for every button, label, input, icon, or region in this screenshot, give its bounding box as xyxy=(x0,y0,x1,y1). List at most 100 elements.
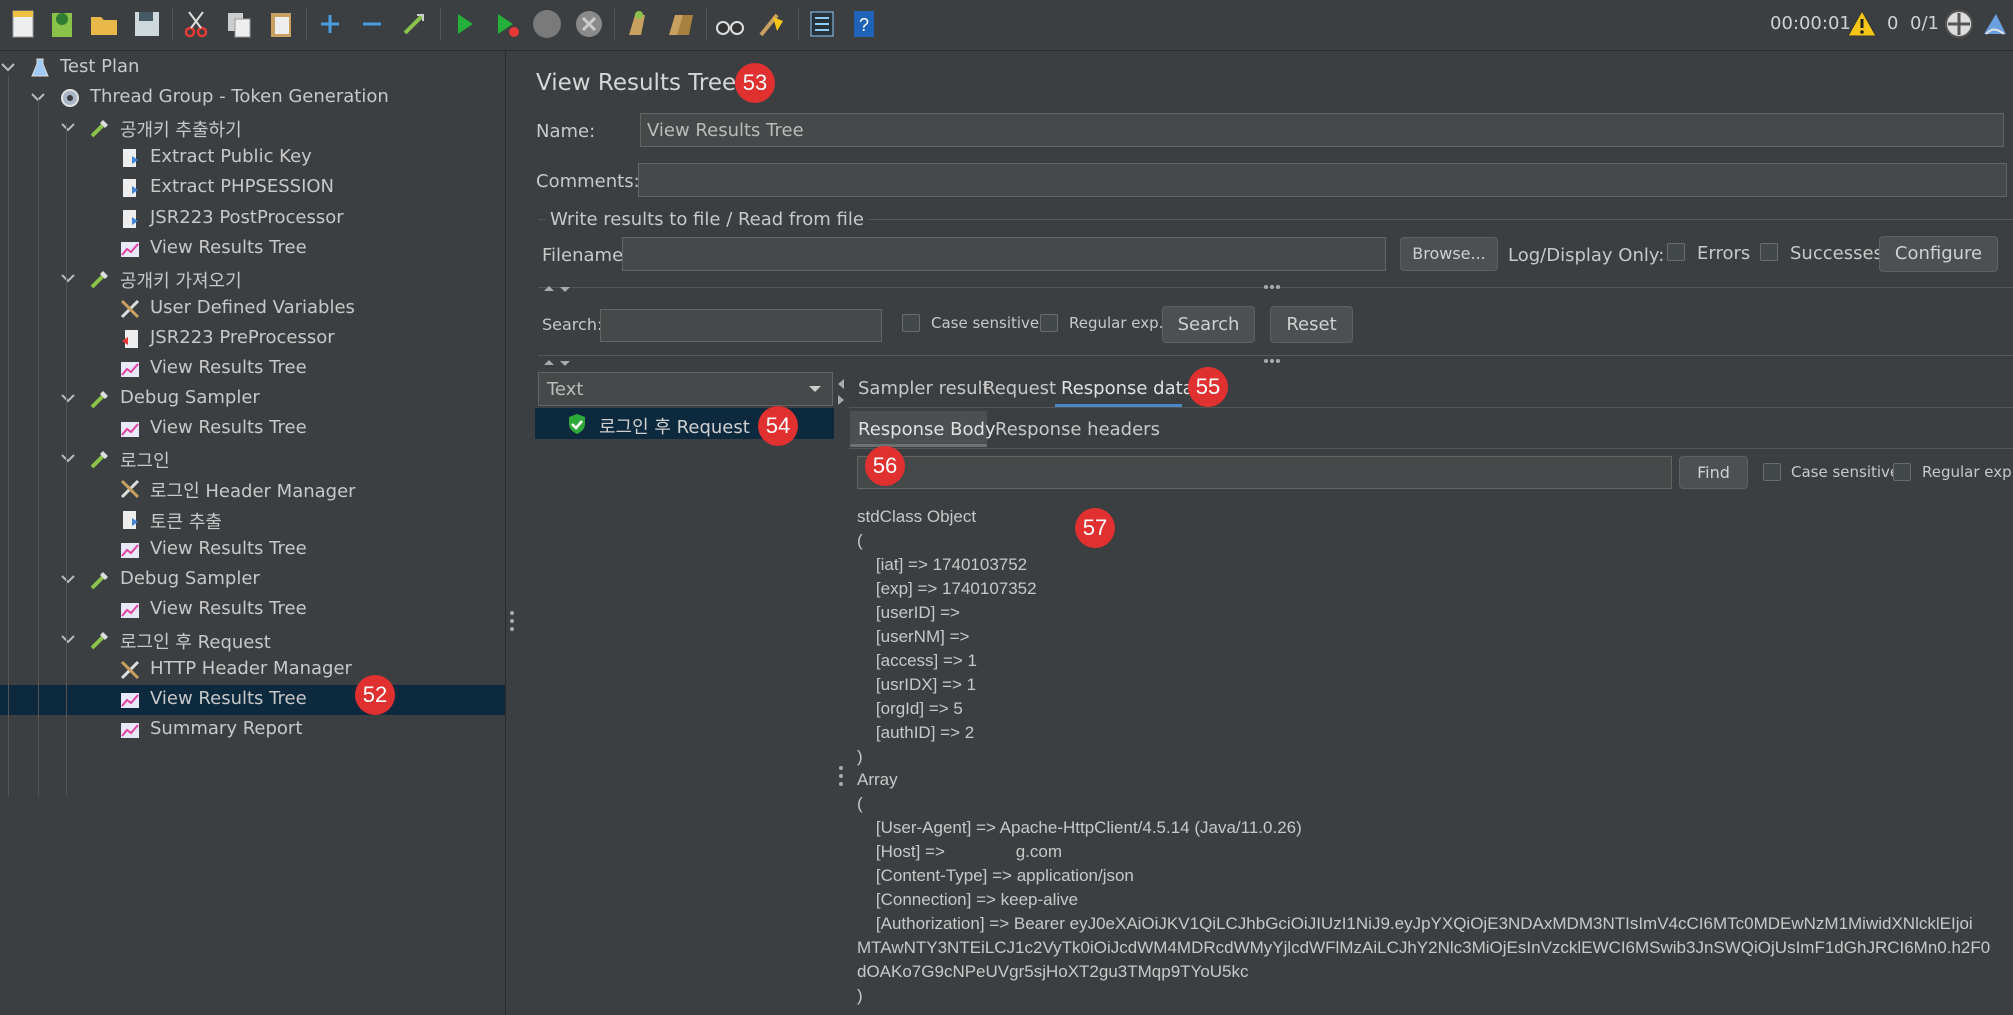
tree-item-label: User Defined Variables xyxy=(150,296,355,318)
tree-item-11[interactable]: Debug Sampler xyxy=(0,384,505,414)
renderer-select[interactable]: Text xyxy=(538,372,833,406)
search-field[interactable] xyxy=(600,309,882,342)
filename-field[interactable] xyxy=(622,237,1386,271)
remote-hosts-icon[interactable] xyxy=(1943,8,1975,40)
tree-item-19[interactable]: 로그인 후 Request xyxy=(0,625,505,655)
paste-icon[interactable] xyxy=(264,7,298,41)
stop-icon[interactable] xyxy=(530,7,564,41)
comments-field[interactable] xyxy=(638,163,2007,197)
start-icon[interactable] xyxy=(447,7,481,41)
clear-icon[interactable] xyxy=(621,7,655,41)
chevron-down-icon[interactable] xyxy=(59,118,77,136)
chevron-down-icon[interactable] xyxy=(59,570,77,588)
search-binoculars-icon[interactable] xyxy=(713,7,747,41)
cut-icon[interactable] xyxy=(179,7,213,41)
open-folder-icon[interactable] xyxy=(87,7,121,41)
subtab-response-body[interactable]: Response Body xyxy=(858,419,996,440)
find-regex-checkbox[interactable] xyxy=(1893,463,1911,481)
tree-item-8[interactable]: User Defined Variables xyxy=(0,294,505,324)
errors-checkbox[interactable] xyxy=(1667,243,1685,261)
subtab-response-headers[interactable]: Response headers xyxy=(995,419,1160,440)
tab-request[interactable]: Request xyxy=(983,378,1056,399)
tree-item-6[interactable]: View Results Tree xyxy=(0,234,505,264)
copy-icon[interactable] xyxy=(222,7,256,41)
tree-item-2[interactable]: 공개키 추출하기 xyxy=(0,113,505,143)
chart-icon xyxy=(121,693,139,709)
warning-icon[interactable] xyxy=(1846,8,1878,40)
tree-item-7[interactable]: 공개키 가져오기 xyxy=(0,264,505,294)
tree-item-label: Debug Sampler xyxy=(120,387,260,409)
new-file-icon[interactable] xyxy=(6,7,40,41)
toggle-icon[interactable] xyxy=(397,7,431,41)
save-icon[interactable] xyxy=(130,7,164,41)
result-splitter[interactable] xyxy=(835,372,847,1015)
expand-icon[interactable] xyxy=(313,7,347,41)
chevron-down-icon[interactable] xyxy=(0,58,17,76)
response-line: ( xyxy=(857,530,863,550)
tree-item-label: View Results Tree xyxy=(150,357,307,378)
function-helper-icon[interactable] xyxy=(805,7,839,41)
response-line: [Authorization] => Bearer eyJ0eXAiOiJKV1… xyxy=(857,914,1973,934)
collapse-arrows-icon-2[interactable] xyxy=(542,357,574,369)
successes-checkbox[interactable] xyxy=(1760,243,1778,261)
chevron-down-icon[interactable] xyxy=(59,389,77,407)
case-sensitive-checkbox[interactable] xyxy=(902,314,920,332)
regular-exp-checkbox[interactable] xyxy=(1040,314,1058,332)
tree-item-20[interactable]: HTTP Header Manager xyxy=(0,655,505,685)
tree-item-18[interactable]: View Results Tree xyxy=(0,595,505,625)
tree-item-14[interactable]: 로그인 Header Manager xyxy=(0,474,505,504)
divider-grip-icon[interactable] xyxy=(1262,283,1282,291)
tree-item-12[interactable]: View Results Tree xyxy=(0,414,505,444)
svg-text:?: ? xyxy=(859,15,869,35)
reset-search-icon[interactable] xyxy=(755,7,789,41)
chevron-down-icon[interactable] xyxy=(59,449,77,467)
comments-label: Comments: xyxy=(536,171,640,192)
splitter-handle[interactable] xyxy=(505,51,519,1015)
log-viewer-icon[interactable] xyxy=(1980,8,2010,40)
tree-item-5[interactable]: JSR223 PostProcessor xyxy=(0,204,505,234)
collapse-arrows-icon[interactable] xyxy=(542,283,574,295)
tree-item-15[interactable]: 토큰 추출 xyxy=(0,505,505,535)
start-no-pause-icon[interactable] xyxy=(489,7,523,41)
tree-item-label: 로그인 Header Manager xyxy=(150,481,356,503)
tab-response-data[interactable]: Response data xyxy=(1061,378,1194,399)
result-item-label: 로그인 후 Request xyxy=(599,417,750,438)
tab-sampler-result[interactable]: Sampler result xyxy=(858,378,990,399)
chart-icon xyxy=(121,602,139,618)
templates-icon[interactable] xyxy=(44,7,78,41)
tree-item-label: View Results Tree xyxy=(150,688,307,710)
find-case-checkbox[interactable] xyxy=(1763,463,1781,481)
shutdown-icon[interactable] xyxy=(572,7,606,41)
search-button[interactable]: Search xyxy=(1162,306,1255,343)
chevron-down-icon[interactable] xyxy=(59,630,77,648)
tree-item-10[interactable]: View Results Tree xyxy=(0,354,505,384)
chevron-down-icon[interactable] xyxy=(59,269,77,287)
divider-grip-icon-2[interactable] xyxy=(1262,357,1282,365)
tree-item-16[interactable]: View Results Tree xyxy=(0,535,505,565)
tree-item-17[interactable]: Debug Sampler xyxy=(0,565,505,595)
tree-item-label: Debug Sampler xyxy=(120,567,260,589)
browse-button[interactable]: Browse... xyxy=(1400,237,1498,271)
response-line: [iat] => 1740103752 xyxy=(857,554,1028,574)
tree-item-label: 로그인 후 Request xyxy=(120,631,271,653)
collapse-icon[interactable] xyxy=(355,7,389,41)
configure-button[interactable]: Configure xyxy=(1879,236,1998,272)
tree-item-4[interactable]: Extract PHPSESSION xyxy=(0,173,505,203)
clear-all-icon[interactable] xyxy=(663,7,697,41)
tree-item-22[interactable]: Summary Report xyxy=(0,715,505,745)
tree-item-3[interactable]: Extract Public Key xyxy=(0,143,505,173)
tree-item-13[interactable]: 로그인 xyxy=(0,444,505,474)
find-button[interactable]: Find xyxy=(1679,456,1748,489)
name-field[interactable] xyxy=(640,113,2004,147)
tree-item-1[interactable]: Thread Group - Token Generation xyxy=(0,83,505,113)
results-list xyxy=(535,408,836,1015)
find-field[interactable] xyxy=(857,456,1672,489)
tree-item-21[interactable]: View Results Tree xyxy=(0,685,505,716)
response-line: ) xyxy=(857,986,863,1005)
flask-icon xyxy=(31,58,49,77)
tree-item-0[interactable]: Test Plan xyxy=(0,53,505,83)
response-line: [access] => 1 xyxy=(857,650,978,670)
tree-item-9[interactable]: JSR223 PreProcessor xyxy=(0,324,505,354)
reset-button[interactable]: Reset xyxy=(1270,306,1353,343)
help-icon[interactable]: ? xyxy=(847,7,881,41)
